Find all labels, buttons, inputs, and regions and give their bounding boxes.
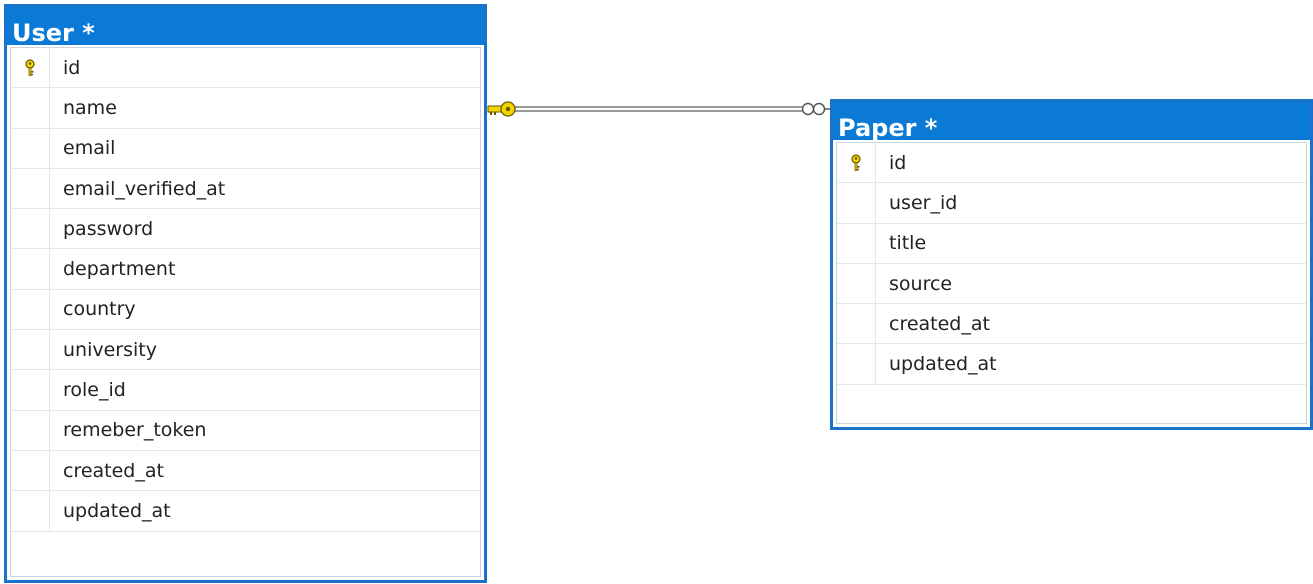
one-end-key-icon: [487, 101, 516, 117]
relationship-connector[interactable]: [0, 0, 1313, 584]
many-end-infinity-icon: [801, 102, 830, 116]
